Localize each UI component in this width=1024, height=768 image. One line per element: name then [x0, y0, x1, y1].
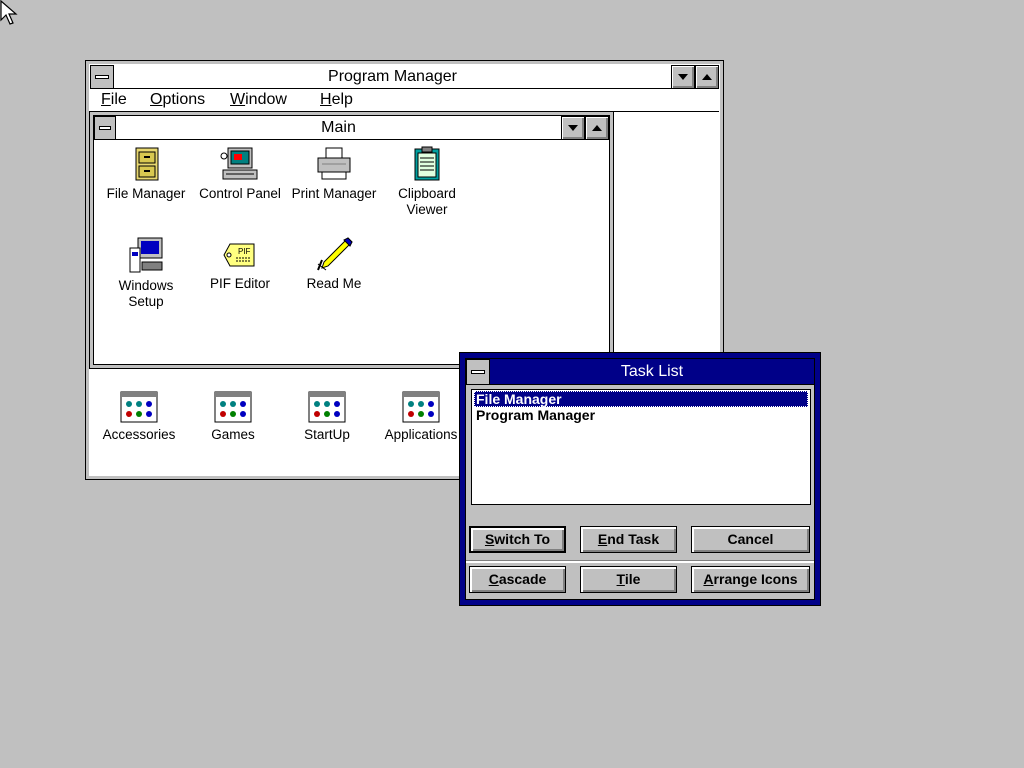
program-group-icon: [120, 391, 158, 423]
group-games[interactable]: Games: [185, 391, 281, 443]
read-me-icon: [317, 237, 353, 271]
button-divider: [466, 560, 814, 563]
svg-text:PIF: PIF: [238, 247, 251, 256]
end-task-button[interactable]: End Task: [580, 526, 677, 553]
read-me-item[interactable]: Read Me: [286, 236, 382, 292]
maximize-arrow-icon: [702, 74, 712, 80]
print-manager-icon: [317, 147, 351, 180]
switch-to-button[interactable]: Switch To: [469, 526, 566, 553]
tile-button[interactable]: Tile: [580, 566, 677, 593]
main-maximize-button[interactable]: [585, 116, 609, 140]
control-panel-icon: [220, 147, 258, 180]
menu-bar: File Options Window Help: [90, 89, 719, 112]
control-menu-box[interactable]: [90, 65, 114, 89]
main-group-window: Main File Manager Control Panel Print Ma…: [93, 115, 610, 365]
file-manager-item[interactable]: File Manager: [98, 146, 194, 202]
menu-window[interactable]: Window: [230, 91, 287, 109]
control-panel-item[interactable]: Control Panel: [192, 146, 288, 202]
file-manager-icon: [135, 147, 159, 181]
group-startup[interactable]: StartUp: [279, 391, 375, 443]
main-group-title: Main: [116, 116, 561, 140]
windows-setup-icon: [129, 237, 163, 273]
menu-help[interactable]: Help: [320, 91, 353, 109]
group-accessories[interactable]: Accessories: [91, 391, 187, 443]
window-title: Program Manager: [114, 65, 671, 89]
task-item-program-manager[interactable]: Program Manager: [474, 407, 597, 423]
program-group-icon: [402, 391, 440, 423]
task-list-title: Task List: [490, 359, 814, 385]
task-list-box[interactable]: File Manager Program Manager: [471, 389, 811, 505]
minimize-button[interactable]: [671, 65, 695, 89]
task-item-file-manager[interactable]: File Manager: [474, 391, 808, 407]
menu-options[interactable]: Options: [150, 91, 205, 109]
program-group-icon: [308, 391, 346, 423]
main-minimize-button[interactable]: [561, 116, 585, 140]
task-list-dialog: Task List File Manager Program Manager S…: [459, 352, 821, 606]
clipboard-viewer-icon: [414, 146, 440, 181]
maximize-button[interactable]: [695, 65, 719, 89]
pif-editor-icon: PIF: [223, 243, 255, 267]
cancel-button[interactable]: Cancel: [691, 526, 810, 553]
main-control-menu-box[interactable]: [94, 116, 116, 140]
program-group-icon: [214, 391, 252, 423]
mouse-pointer-icon: [0, 0, 18, 25]
cascade-button[interactable]: Cascade: [469, 566, 566, 593]
task-list-control-menu-box[interactable]: [466, 359, 490, 385]
minimize-arrow-icon: [678, 74, 688, 80]
clipboard-viewer-item[interactable]: Clipboard Viewer: [379, 146, 475, 218]
maximize-arrow-icon: [592, 125, 602, 131]
minimize-arrow-icon: [568, 125, 578, 131]
group-applications[interactable]: Applications: [373, 391, 469, 443]
pif-editor-item[interactable]: PIF PIF Editor: [192, 236, 288, 292]
print-manager-item[interactable]: Print Manager: [286, 146, 382, 202]
windows-setup-item[interactable]: Windows Setup: [98, 236, 194, 310]
menu-file[interactable]: File: [101, 91, 127, 109]
arrange-icons-button[interactable]: Arrange Icons: [691, 566, 810, 593]
